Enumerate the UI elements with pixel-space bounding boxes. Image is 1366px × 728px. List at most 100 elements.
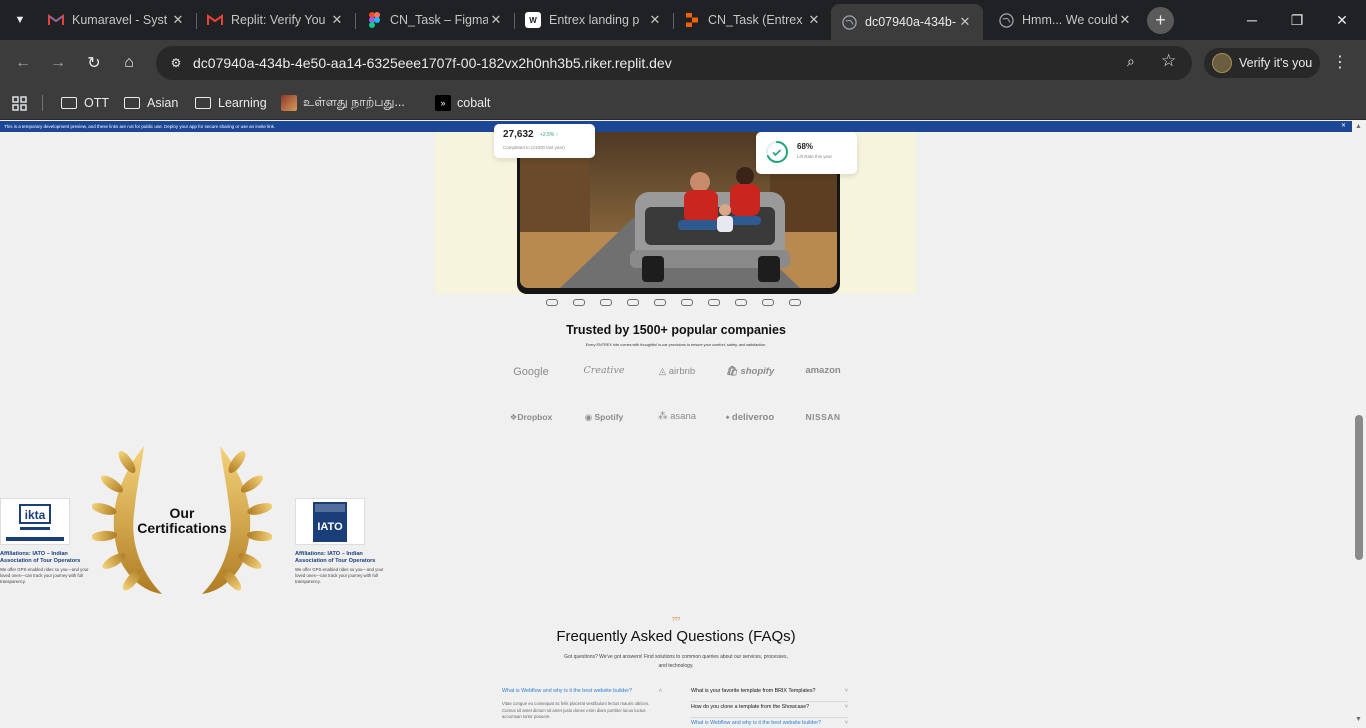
carousel-dot[interactable]	[600, 299, 612, 306]
svg-text:ikta: ikta	[25, 508, 46, 522]
chevron-up-icon[interactable]: ˄	[659, 688, 662, 695]
bookmarks-bar: OTT Asian Learning உள்ளது நாற்பது... » c…	[0, 86, 1366, 120]
tab-webflow[interactable]: W Entrex landing p ✕	[515, 6, 673, 34]
tab-replit[interactable]: CN_Task (Entrex ✕	[674, 6, 832, 34]
logo-creative: Creative	[583, 365, 625, 376]
bookmark-folder-learning[interactable]: Learning	[195, 93, 267, 113]
menu-kebab-icon[interactable]: ⋮	[1332, 52, 1348, 72]
image-icon	[281, 95, 297, 111]
gmail-icon	[48, 12, 64, 28]
close-icon[interactable]: ✕	[647, 12, 663, 28]
certification-card-ikta: ikta Affiliations: IATO – Indian Associa…	[0, 498, 92, 584]
close-icon[interactable]: ✕	[488, 12, 504, 28]
avatar	[1212, 53, 1232, 73]
folder-icon	[61, 97, 77, 109]
faq-item-open[interactable]: What is Webflow and why is it the best w…	[502, 688, 662, 721]
logo-nissan: NISSAN	[805, 412, 841, 422]
tab-figma[interactable]: CN_Task – Figma ✕	[356, 6, 514, 34]
scroll-down-arrow-icon[interactable]: ▼	[1355, 716, 1362, 723]
bookmark-cobalt[interactable]: » cobalt	[435, 93, 490, 113]
close-icon[interactable]: ✕	[1341, 121, 1346, 132]
close-icon[interactable]: ✕	[170, 12, 186, 28]
site-info-icon[interactable]: ⚙	[165, 52, 187, 74]
bookmarks-divider	[42, 95, 43, 111]
home-icon[interactable]: ⌂	[116, 50, 142, 76]
back-arrow-icon[interactable]: ←	[10, 50, 36, 76]
carousel-dot[interactable]	[627, 299, 639, 306]
logo-spotify: ◉ Spotify	[584, 412, 624, 422]
iato-logo-icon: IATO	[295, 498, 365, 545]
logo-shopify: 🛍 shopify	[725, 366, 775, 377]
tab-search-chevron-icon[interactable]: ▼	[8, 8, 32, 32]
trusted-subtitle: Every ENTREX ride comes with thoughtful …	[585, 343, 767, 347]
scrollbar-thumb[interactable]	[1355, 415, 1363, 560]
tab-strip: ▼ Kumaravel - Syst ✕ Replit: Verify You …	[0, 0, 1366, 40]
profile-verify-button[interactable]: Verify it's you	[1204, 48, 1320, 78]
globe-icon	[998, 12, 1014, 28]
tab-gmail-2[interactable]: Replit: Verify You ✕	[197, 6, 355, 34]
bookmark-folder-asian[interactable]: Asian	[124, 93, 178, 113]
tab-error-page[interactable]: Hmm... We could ✕	[988, 6, 1143, 34]
chevron-down-icon[interactable]: ˅	[845, 720, 848, 727]
window-close-icon[interactable]: ✕	[1330, 8, 1354, 32]
folder-icon	[124, 97, 140, 109]
hero-section: 27,632 +2.5% ↑ Completed to (21000 last …	[435, 124, 916, 294]
new-tab-button[interactable]: +	[1147, 7, 1174, 34]
faq-subtitle: Got questions? We've got answers! Find s…	[564, 654, 788, 669]
address-bar[interactable]: ⚙ dc07940a-434b-4e50-aa14-6325eee1707f-0…	[156, 46, 1192, 80]
faq-item[interactable]: How do you clone a template from the Sho…	[691, 704, 848, 711]
certification-card-iato: IATO Affiliations: IATO – Indian Associa…	[295, 498, 387, 584]
page-scrollbar[interactable]: ▲ ▼	[1352, 121, 1366, 728]
forward-arrow-icon[interactable]: →	[45, 50, 71, 76]
close-icon[interactable]: ✕	[329, 12, 345, 28]
faq-divider	[691, 701, 848, 702]
ikta-logo-icon: ikta	[0, 498, 70, 545]
bookmark-folder-ott[interactable]: OTT	[61, 93, 109, 113]
carousel-dot[interactable]	[762, 299, 774, 306]
replit-icon	[684, 12, 700, 28]
minimize-icon[interactable]: ─	[1240, 8, 1264, 32]
tab-gmail-1[interactable]: Kumaravel - Syst ✕	[38, 6, 196, 34]
carousel-dot[interactable]	[708, 299, 720, 306]
carousel-dot[interactable]	[789, 299, 801, 306]
logo-airbnb: ◬ airbnb	[658, 366, 696, 377]
tab-active-preview[interactable]: dc07940a-434b- ✕	[831, 4, 983, 40]
faq-divider	[691, 717, 848, 718]
stat-card-lift-rate: 68% Lift Rate this year	[756, 132, 857, 174]
logo-deliveroo: ⬩ deliveroo	[725, 412, 775, 423]
faq-item[interactable]: What is your favorite template from BRIX…	[691, 688, 848, 695]
progress-ring-icon	[766, 141, 788, 163]
carousel-dot[interactable]	[654, 299, 666, 306]
reload-icon[interactable]: ↻	[81, 50, 107, 76]
close-icon[interactable]: ✕	[806, 12, 822, 28]
webflow-icon: W	[525, 12, 541, 28]
chevron-down-icon[interactable]: ˅	[845, 704, 848, 711]
chevron-down-icon[interactable]: ˅	[845, 688, 848, 695]
zoom-icon[interactable]: ⌕	[1127, 53, 1135, 70]
carousel-dot[interactable]	[546, 299, 558, 306]
logo-asana: ⁂ asana	[657, 411, 697, 422]
stat-card-trips: 27,632 +2.5% ↑ Completed to (21000 last …	[494, 124, 595, 158]
close-icon[interactable]: ✕	[957, 14, 973, 30]
logo-google: Google	[513, 366, 549, 378]
trusted-heading: Trusted by 1500+ popular companies	[566, 323, 786, 337]
svg-text:IATO: IATO	[317, 521, 343, 533]
bookmark-star-icon[interactable]: ☆	[1161, 51, 1176, 71]
faq-item[interactable]: What is Webflow and why is it the best w…	[691, 720, 848, 727]
browser-toolbar: ← → ↻ ⌂ ⚙ dc07940a-434b-4e50-aa14-6325ee…	[0, 40, 1366, 86]
apps-grid-icon[interactable]	[12, 93, 27, 113]
cobalt-icon: »	[435, 95, 451, 111]
folder-icon	[195, 97, 211, 109]
scroll-up-arrow-icon[interactable]: ▲	[1355, 123, 1362, 130]
page-viewport: This is a temporary development preview,…	[0, 121, 1352, 728]
faq-tag: ???	[671, 617, 681, 623]
faq-heading: Frequently Asked Questions (FAQs)	[556, 628, 796, 645]
address-url[interactable]: dc07940a-434b-4e50-aa14-6325eee1707f-00-…	[193, 55, 672, 71]
gmail-icon	[207, 12, 223, 28]
carousel-dot[interactable]	[573, 299, 585, 306]
close-icon[interactable]: ✕	[1117, 12, 1133, 28]
bookmark-tamil-page[interactable]: உள்ளது நாற்பது...	[281, 93, 405, 113]
restore-icon[interactable]: ❐	[1285, 8, 1309, 32]
carousel-dot[interactable]	[735, 299, 747, 306]
carousel-dot[interactable]	[681, 299, 693, 306]
